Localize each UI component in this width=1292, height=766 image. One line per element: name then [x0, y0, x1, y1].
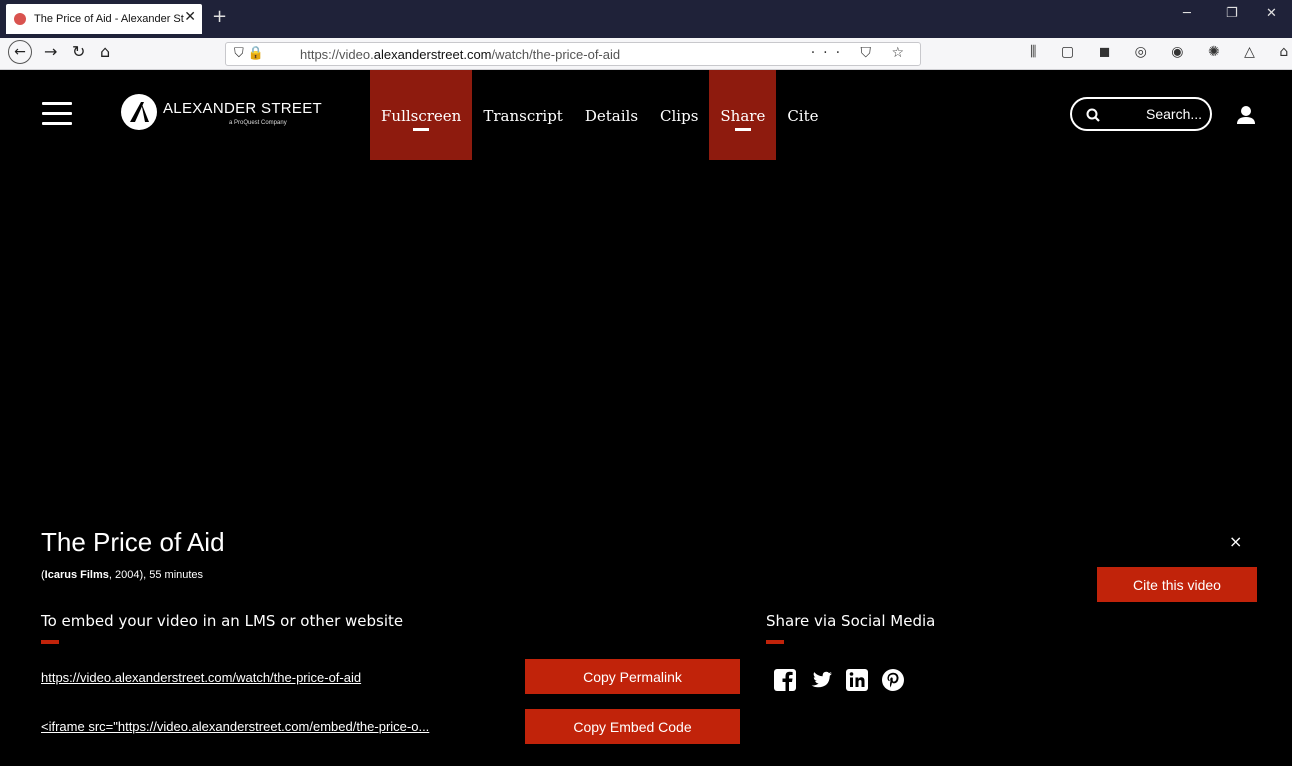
twitter-icon[interactable] [809, 668, 833, 692]
tab-close-icon[interactable]: ✕ [184, 9, 196, 25]
search-input[interactable]: Search... [1070, 97, 1212, 131]
logo-text: ALEXANDER STREET [163, 100, 323, 117]
nav-details[interactable]: Details [574, 70, 649, 160]
reload-button[interactable]: ↻ [72, 42, 85, 61]
copy-permalink-button[interactable]: Copy Permalink [525, 659, 740, 694]
browser-tab[interactable]: The Price of Aid - Alexander Street ✕ [6, 4, 202, 34]
social-heading: Share via Social Media [766, 612, 936, 630]
social-icons [773, 668, 905, 692]
linkedin-icon[interactable] [845, 668, 869, 692]
nav-fullscreen[interactable]: Fullscreen [370, 70, 473, 160]
cite-video-button[interactable]: Cite this video [1097, 567, 1257, 602]
user-icon[interactable] [1236, 105, 1256, 125]
main-nav: Fullscreen Transcript Details Clips Shar… [370, 70, 830, 160]
window-close-button[interactable]: ✕ [1266, 6, 1277, 21]
app-root: The Price of Aid - Alexander Street ✕ + … [0, 0, 1292, 766]
page-actions-icon[interactable]: ··· ⛉ ☆ [811, 45, 912, 61]
facebook-icon[interactable] [773, 668, 797, 692]
new-tab-button[interactable]: + [212, 6, 227, 27]
search-placeholder: Search... [1146, 106, 1203, 122]
logo-icon [121, 94, 157, 130]
menu-icon[interactable] [42, 102, 72, 126]
tab-title: The Price of Aid - Alexander Street [34, 13, 184, 25]
embed-heading-bar [41, 640, 59, 644]
search-icon [1086, 107, 1100, 122]
url-bar[interactable]: ⛉🔒 https://video.alexanderstreet.com/wat… [225, 42, 921, 66]
logo-subtext: a ProQuest Company [229, 120, 287, 126]
back-button[interactable]: ← [8, 40, 32, 64]
nav-transcript[interactable]: Transcript [472, 70, 573, 160]
video-title: The Price of Aid [41, 527, 225, 557]
social-heading-bar [766, 640, 784, 644]
home-button[interactable]: ⌂ [100, 42, 110, 61]
nav-share[interactable]: Share [709, 70, 777, 160]
site-header: ALEXANDER STREET a ProQuest Company Full… [0, 70, 1292, 160]
browser-navbar: ← → ↻ ⌂ ⛉🔒 https://video.alexanderstreet… [0, 38, 1292, 70]
close-icon[interactable]: × [1229, 532, 1242, 551]
logo[interactable]: ALEXANDER STREET a ProQuest Company [121, 94, 322, 134]
minimize-button[interactable]: ─ [1183, 6, 1191, 21]
forward-button[interactable]: → [44, 42, 57, 61]
copy-embed-button[interactable]: Copy Embed Code [525, 709, 740, 744]
security-icon: ⛉🔒 [234, 46, 268, 61]
nav-clips[interactable]: Clips [649, 70, 709, 160]
url-text[interactable]: https://video.alexanderstreet.com/watch/… [300, 47, 620, 62]
extensions-icons[interactable]: ⫼ ▢ ◼ ◎ ◉ ✺ △ ⌂ ≡ [1030, 44, 1292, 60]
restore-button[interactable]: ❐ [1226, 6, 1238, 21]
nav-cite[interactable]: Cite [776, 70, 829, 160]
favicon-icon [14, 13, 26, 25]
embed-code-link[interactable]: <iframe src="https://video.alexanderstre… [41, 719, 501, 734]
pinterest-icon[interactable] [881, 668, 905, 692]
video-meta: (Icarus Films, 2004), 55 minutes [41, 569, 204, 581]
permalink-link[interactable]: https://video.alexanderstreet.com/watch/… [41, 670, 511, 685]
embed-heading: To embed your video in an LMS or other w… [41, 612, 404, 630]
browser-tabbar: The Price of Aid - Alexander Street ✕ + … [0, 0, 1292, 38]
